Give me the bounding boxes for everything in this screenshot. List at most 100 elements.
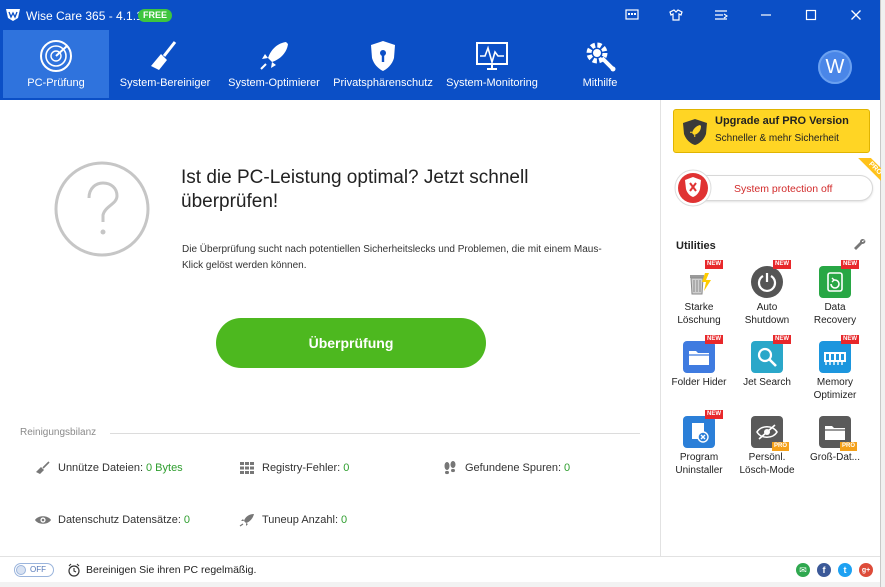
- tab-system-monitoring[interactable]: System-Monitoring: [443, 30, 541, 98]
- feedback-icon[interactable]: [622, 6, 642, 24]
- status-bar: OFF Bereinigen Sie ihren PC regelmäßig. …: [0, 556, 880, 582]
- maximize-button[interactable]: [801, 6, 821, 24]
- trash-icon: NEW: [683, 260, 723, 298]
- new-tag: NEW: [841, 335, 859, 344]
- util-label: Memory Optimizer: [813, 377, 857, 401]
- util-starke-loeschung[interactable]: NEW Starke Löschung: [665, 260, 733, 327]
- wrench-icon[interactable]: [853, 238, 867, 252]
- close-button[interactable]: [846, 6, 866, 24]
- avatar-letter: W: [825, 55, 845, 78]
- new-tag: NEW: [705, 260, 723, 269]
- search-icon: NEW: [751, 335, 791, 373]
- alarm-clock-icon: [68, 563, 80, 577]
- scan-button[interactable]: Überprüfung: [216, 318, 486, 368]
- tab-system-optimierer[interactable]: System-Optimierer: [225, 30, 323, 98]
- util-program-uninstaller[interactable]: NEW Program Uninstaller: [665, 410, 733, 477]
- folder-icon: NEW: [683, 335, 723, 373]
- util-privacy-erase-mode[interactable]: PRO Persönl. Lösch-Mode: [733, 416, 801, 477]
- rocket-icon: [256, 38, 292, 74]
- tab-label: PC-Prüfung: [27, 77, 85, 89]
- main-nav: PC-Prüfung System-Bereiniger System-Opti…: [0, 30, 880, 100]
- upgrade-pro-button[interactable]: Upgrade auf PRO Version Schneller & mehr…: [673, 109, 870, 153]
- title-bar: Wise Care 365 - 4.1.1 FREE: [0, 0, 880, 30]
- util-label: Data Recovery: [813, 302, 857, 326]
- rocket-shield-icon: [683, 119, 707, 145]
- summary-divider: [110, 433, 640, 434]
- question-circle-icon: [54, 161, 150, 257]
- util-label: Starke Löschung: [677, 302, 721, 326]
- facebook-icon[interactable]: f: [817, 563, 831, 577]
- memory-icon: NEW: [819, 335, 859, 373]
- stat-junk-files: Unnütze Dateien: 0 Bytes: [34, 461, 183, 475]
- google-plus-icon[interactable]: g+: [859, 563, 873, 577]
- stat-traces: Gefundene Spuren: 0: [441, 461, 570, 475]
- util-label: Groß-Dat...: [809, 452, 860, 463]
- util-data-recovery[interactable]: NEW Data Recovery: [801, 260, 869, 327]
- side-panel: Upgrade auf PRO Version Schneller & mehr…: [660, 100, 881, 556]
- radar-icon: [38, 38, 74, 74]
- util-label: Jet Search: [743, 377, 791, 388]
- pro-ribbon: PRO: [851, 158, 881, 188]
- tab-system-bereiniger[interactable]: System-Bereiniger: [116, 30, 214, 98]
- eye-icon: [34, 513, 52, 527]
- new-tag: NEW: [773, 335, 791, 344]
- stat-value: 0: [564, 462, 571, 474]
- free-badge: FREE: [138, 9, 173, 22]
- desktop-background: [0, 582, 880, 587]
- tab-label: Privatsphärenschutz: [333, 77, 433, 89]
- stat-label: Unnütze Dateien:: [58, 462, 143, 474]
- util-label: Auto Shutdown: [744, 302, 790, 326]
- util-large-file-finder[interactable]: PRO Groß-Dat...: [801, 416, 869, 464]
- protection-shield-icon: [674, 169, 712, 207]
- pro-tag: PRO: [771, 442, 789, 451]
- new-tag: NEW: [705, 410, 723, 419]
- email-share-icon[interactable]: ✉: [796, 563, 810, 577]
- summary-title: Reinigungsbilanz: [20, 427, 97, 438]
- util-label: Persönl. Lösch-Mode: [739, 452, 795, 476]
- grid-icon: [238, 461, 256, 475]
- page-description: Die Überprüfung sucht nach potentiellen …: [182, 244, 602, 271]
- app-logo-icon: [6, 9, 20, 21]
- stat-label: Registry-Fehler:: [262, 462, 341, 474]
- account-avatar[interactable]: W: [818, 50, 852, 84]
- stat-value: 0: [341, 514, 348, 526]
- stat-value: 0 Bytes: [146, 462, 183, 474]
- tab-label: Mithilfe: [582, 77, 618, 89]
- skin-icon[interactable]: [666, 6, 686, 24]
- auto-clean-toggle[interactable]: OFF: [14, 563, 54, 577]
- monitor-icon: [474, 38, 510, 74]
- large-file-icon: PRO: [819, 416, 857, 451]
- rocket-icon: [238, 513, 256, 527]
- stat-value: 0: [183, 514, 191, 526]
- stat-tuneup-count: Tuneup Anzahl: 0: [238, 513, 347, 527]
- menu-icon[interactable]: [711, 6, 731, 24]
- wise-care-window: Wise Care 365 - 4.1.1 FREE PC-Prüfung Sy…: [0, 0, 885, 587]
- minimize-button[interactable]: [756, 6, 776, 24]
- desktop-edge: [880, 0, 885, 587]
- toggle-label: OFF: [30, 565, 46, 574]
- shield-icon: [365, 38, 401, 74]
- util-folder-hider[interactable]: NEW Folder Hider: [665, 335, 733, 389]
- uninstall-icon: NEW: [683, 410, 723, 448]
- util-jet-search[interactable]: NEW Jet Search: [733, 335, 801, 389]
- protection-status: System protection off: [734, 183, 833, 195]
- footprints-icon: [441, 461, 459, 475]
- system-protection-toggle[interactable]: System protection off: [673, 168, 873, 207]
- gear-wrench-icon: [582, 38, 618, 74]
- tab-mithilfe[interactable]: Mithilfe: [558, 30, 642, 98]
- page-headline: Ist die PC-Leistung optimal? Jetzt schne…: [181, 167, 529, 212]
- upgrade-title: Upgrade auf PRO Version: [715, 115, 849, 127]
- toggle-knob: [16, 565, 26, 575]
- window-title: Wise Care 365 - 4.1.1: [26, 9, 143, 23]
- tab-pc-pruefung[interactable]: PC-Prüfung: [3, 30, 109, 98]
- new-tag: NEW: [705, 335, 723, 344]
- recovery-icon: NEW: [819, 260, 859, 298]
- util-auto-shutdown[interactable]: NEW Auto Shutdown: [733, 260, 801, 327]
- util-memory-optimizer[interactable]: NEW Memory Optimizer: [801, 335, 869, 402]
- utilities-title: Utilities: [676, 240, 716, 252]
- tab-label: System-Monitoring: [446, 77, 538, 89]
- util-label: Program Uninstaller: [675, 452, 723, 476]
- twitter-icon[interactable]: t: [838, 563, 852, 577]
- main-panel: Ist die PC-Leistung optimal? Jetzt schne…: [0, 100, 660, 556]
- tab-privatsphaerenschutz[interactable]: Privatsphärenschutz: [331, 30, 435, 98]
